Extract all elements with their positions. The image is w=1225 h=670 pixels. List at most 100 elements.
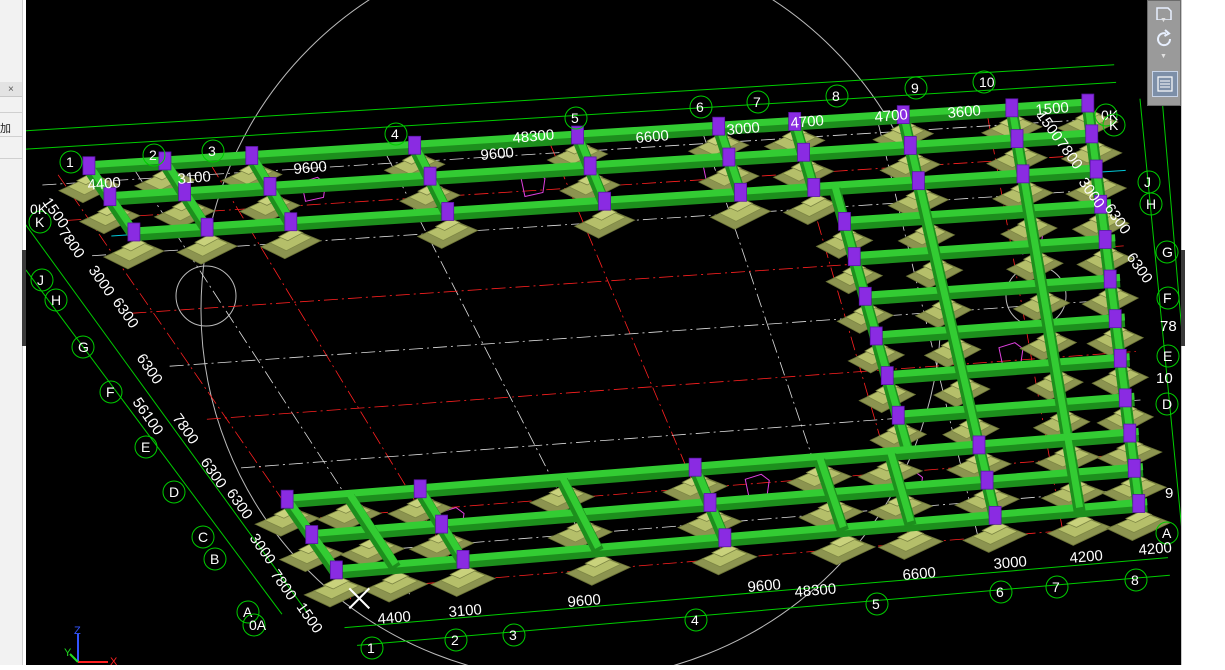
column	[903, 136, 917, 155]
structure-3d-view[interactable]: 1 2 3456 7 8 9 101 2 3456 7 8KJHGFEDCBA0A0KKJHGFED…	[26, 0, 1181, 665]
dimension-text: 3000	[85, 263, 118, 300]
column	[435, 514, 449, 534]
y-axis-label: Y	[64, 647, 72, 659]
column	[1123, 423, 1137, 443]
column	[972, 435, 986, 455]
dimension-text: 9600	[480, 144, 515, 164]
grid-axis-label: 3	[208, 143, 216, 159]
dimension-text: 6300	[197, 455, 230, 492]
dimension-text: 9600	[747, 576, 782, 596]
grid-axis-label: D	[169, 484, 179, 500]
column	[1016, 164, 1030, 184]
grid-axis-label: 0A	[249, 617, 267, 633]
left-side-panel: × 加	[0, 0, 23, 665]
column	[1085, 124, 1099, 144]
column	[1103, 269, 1117, 289]
column	[1005, 98, 1019, 118]
3d-viewport[interactable]: 1 2 3 4 5 6 7 8 9 10 1 2 3 4 5 6 7 8 K J H G F E D C B A 0A 0K K J H G F E D…	[26, 0, 1181, 665]
z-axis-label: Z	[74, 625, 81, 637]
column	[980, 470, 994, 490]
column	[583, 156, 597, 176]
column	[807, 178, 821, 197]
grid-axis-label: 4	[391, 126, 399, 142]
grid-axis-label: D	[1162, 396, 1172, 412]
column	[329, 560, 343, 580]
column	[1127, 458, 1141, 478]
column	[1118, 388, 1132, 408]
right-splitter-handle[interactable]	[1181, 250, 1185, 346]
column	[423, 166, 437, 186]
column	[1113, 348, 1127, 368]
column	[734, 182, 747, 202]
dimension-text: 1500	[293, 600, 326, 637]
grid-axis-label: C	[198, 529, 208, 545]
column	[838, 211, 851, 231]
properties-icon[interactable]	[1152, 71, 1178, 97]
dimension-text: 7800	[267, 567, 300, 604]
view-navigation-toolbar: ▼ ▼	[1147, 0, 1181, 106]
panel-divider	[0, 112, 22, 113]
dimension-text: 4200	[1069, 547, 1104, 567]
column	[988, 505, 1002, 525]
column	[1010, 129, 1024, 149]
grid-axis-label: 5	[872, 596, 880, 612]
dimension-text: 4700	[790, 112, 825, 132]
dimension-text: 3000	[993, 553, 1028, 573]
column	[200, 217, 214, 237]
dimension-text: 3000	[726, 119, 761, 139]
panel-divider	[0, 136, 22, 137]
dimension-text: 3600	[947, 102, 982, 122]
dimension-text: 48300	[794, 580, 837, 601]
column	[245, 146, 259, 165]
dimension-text: 6300	[1123, 250, 1156, 287]
grid-axis-label: 5	[571, 110, 579, 126]
column	[718, 528, 732, 548]
grid-axis-label: 3	[509, 627, 517, 643]
dimension-text: 3000	[246, 531, 279, 568]
panel-item-label[interactable]: 加	[0, 120, 11, 136]
column	[869, 326, 883, 346]
dimension-text: 6300	[133, 351, 166, 388]
grid-axis-label: G	[78, 339, 89, 355]
grid-axis-label: 10	[1156, 370, 1173, 387]
dimension-text: 4400	[377, 608, 412, 628]
dropdown-arrow-icon: ▼	[1160, 17, 1167, 24]
grid-axis-label: H	[51, 292, 61, 308]
right-side-bar	[1181, 0, 1225, 665]
column	[891, 405, 905, 425]
column	[703, 493, 717, 512]
x-axis-label: X	[110, 656, 118, 665]
grid-axis-label: 6	[696, 99, 704, 115]
column	[413, 479, 427, 499]
grid-axis-label: F	[106, 384, 115, 400]
panel-close-button[interactable]: ×	[8, 84, 14, 95]
grid-axis-label: 1	[367, 640, 375, 656]
dimension-text: 6600	[635, 127, 670, 147]
grid-axis-label: 4	[691, 612, 699, 628]
dimension-text: 9600	[567, 591, 602, 611]
grid-axis-label: J	[1144, 174, 1151, 190]
dimension-text: 7800	[55, 225, 88, 262]
grid-axis-label: J	[37, 272, 44, 288]
column	[858, 286, 872, 306]
dimension-text: 3100	[177, 168, 212, 188]
grid-axis-label: E	[1163, 348, 1172, 364]
orbit-icon[interactable]	[1152, 27, 1176, 51]
column	[263, 176, 277, 196]
grid-axis-label: 7	[753, 94, 761, 110]
dimension-text: 4700	[874, 106, 909, 126]
dropdown-arrow-icon: ▼	[1160, 53, 1167, 60]
column	[127, 222, 141, 242]
column	[1089, 159, 1103, 179]
dimension-text: 9600	[293, 158, 328, 178]
column	[441, 202, 455, 221]
dimension-text: 6300	[109, 295, 142, 332]
panel-divider	[0, 158, 22, 159]
dimension-text: 6600	[902, 564, 937, 584]
dimension-text: 48300	[512, 126, 555, 147]
column	[1108, 309, 1122, 329]
column	[82, 156, 96, 176]
column	[305, 525, 319, 544]
column	[1098, 230, 1112, 249]
dimension-text: 6300	[223, 486, 256, 523]
